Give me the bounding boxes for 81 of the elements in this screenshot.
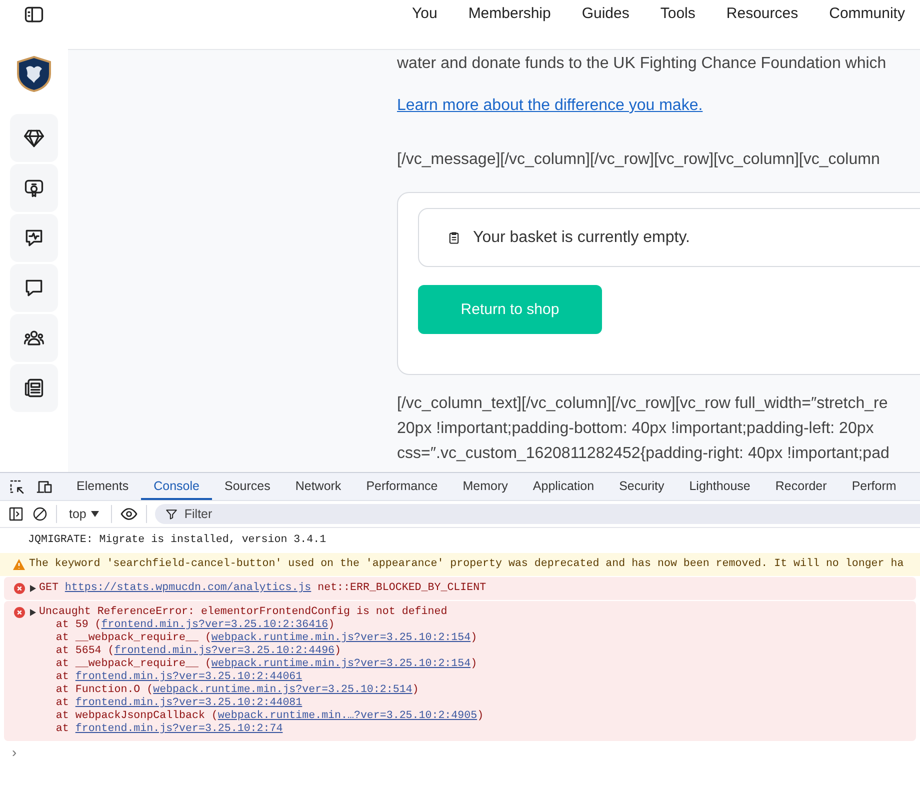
chat-icon — [23, 277, 45, 299]
devtools-tab[interactable]: Network — [282, 473, 354, 500]
source-link[interactable]: frontend.min.js?ver=3.25.10:2:44081 — [75, 697, 302, 710]
sidebar-item[interactable] — [10, 164, 58, 212]
source-link[interactable]: webpack.runtime.min.js?ver=3.25.10:2:154 — [211, 658, 471, 671]
source-link[interactable]: frontend.min.js?ver=3.25.10:2:4496 — [114, 645, 335, 658]
devtools-tab[interactable]: Console — [141, 473, 212, 500]
console-message-text: at — [54, 697, 70, 710]
console-message-text: at Function.O ( — [54, 684, 154, 697]
shortcode-text: [/vc_column_text][/vc_column][/vc_row][vc_row full_width=″stretch_re — [397, 394, 889, 414]
source-link[interactable]: webpack.runtime.min.js?ver=3.25.10:2:154 — [211, 632, 471, 645]
shortcode-text: [/vc_message][/vc_column][/vc_row][vc_row][vc_column][vc_column — [397, 150, 881, 170]
crest-logo-icon — [17, 56, 51, 92]
error-icon — [14, 583, 25, 594]
context-selector[interactable]: top — [65, 507, 104, 521]
devtools-tab[interactable]: Performance — [354, 473, 450, 500]
clipboard-icon — [447, 230, 461, 244]
devtools-tab[interactable]: Lighthouse — [676, 473, 763, 500]
nav-link[interactable]: Guides — [582, 5, 630, 22]
source-link[interactable]: webpack.runtime.min.…?ver=3.25.10:2:4905 — [218, 710, 478, 723]
clear-console-icon — [32, 506, 48, 522]
eye-icon — [120, 505, 138, 523]
devtools-tab[interactable]: Recorder — [762, 473, 840, 500]
devtools-tab[interactable]: Elements — [64, 473, 142, 500]
notice-text: Your basket is currently empty. — [473, 228, 690, 246]
devtools-tab[interactable]: Security — [606, 473, 677, 500]
nav-link[interactable]: Tools — [660, 5, 696, 22]
console-prompt[interactable]: › — [0, 742, 920, 762]
error-icon — [14, 607, 25, 618]
nav-link[interactable]: You — [412, 5, 438, 22]
console-message-text: ) — [477, 710, 484, 723]
nav-link[interactable]: Community — [829, 5, 905, 22]
caret-icon — [91, 511, 100, 517]
console-message-text: at — [54, 723, 70, 736]
console-message-text: ) — [470, 632, 478, 645]
filter-icon — [165, 508, 178, 520]
console-message-text: at 5654 ( — [54, 645, 114, 658]
warning-icon — [13, 559, 25, 570]
console-message-text: net::ERR_BLOCKED_BY_CLIENT — [316, 582, 486, 595]
console-message-text: at __webpack_require__ ( — [54, 658, 212, 671]
console-message-text: The keyword 'searchfield-cancel-button' used on the 'appearance' property was deprecated and has now been removed. It will no longer ha — [29, 558, 904, 571]
source-link[interactable]: frontend.min.js?ver=3.25.10:2:36416 — [101, 619, 328, 632]
devtools-tab[interactable]: Sources — [212, 473, 283, 500]
filter-field[interactable]: Filter — [155, 504, 920, 524]
expand-icon[interactable] — [30, 609, 36, 616]
sidebar-item[interactable] — [10, 364, 58, 412]
certificate-icon — [23, 177, 45, 199]
sidebar-item[interactable] — [10, 314, 58, 362]
devtools-tab[interactable]: Perform — [839, 473, 909, 500]
console-message-text: ) — [412, 684, 419, 697]
devtools-tab[interactable]: Memory — [450, 473, 520, 500]
inspect-icon — [8, 478, 26, 496]
console-message-text: ) — [328, 619, 335, 632]
source-link[interactable]: webpack.runtime.min.js?ver=3.25.10:2:514 — [153, 684, 412, 697]
console-message-text: at webpackJsonpCallback ( — [54, 710, 218, 723]
shortcode-text: css=″.vc_custom_1620811282452{padding-right: 40px !important;pad — [397, 444, 890, 464]
learn-more-link[interactable]: Learn more about the difference you make. — [397, 96, 703, 116]
nav-link[interactable]: Resources — [726, 5, 798, 22]
nav-link[interactable]: Membership — [468, 5, 551, 22]
source-link[interactable]: frontend.min.js?ver=3.25.10:2:74 — [75, 723, 283, 736]
console-message-text: ) — [470, 658, 478, 671]
console-message-text: Uncaught ReferenceError: elementorFrontendConfig is not defined — [39, 606, 448, 619]
console-message-text: at — [54, 671, 70, 684]
sidebar-item[interactable] — [10, 264, 58, 312]
console-message-text: ) — [334, 645, 342, 658]
sidebar-item[interactable] — [10, 114, 58, 162]
console-message-text: GET — [39, 582, 60, 595]
console-message-text: at __webpack_require__ ( — [54, 632, 212, 645]
console-message-text: JQMIGRATE: Migrate is installed, version 3.4.1 — [28, 534, 326, 547]
chat-pulse-icon — [23, 227, 45, 249]
console-message-text: at 59 ( — [54, 619, 102, 632]
sidebar-item[interactable] — [10, 214, 58, 262]
source-link[interactable]: https://stats.wpmucdn.com/analytics.js — [64, 582, 312, 595]
diamond-icon — [23, 127, 45, 149]
expand-icon[interactable] — [30, 585, 36, 592]
shortcode-text: 20px !important;padding-bottom: 40px !important;padding-left: 20px — [397, 419, 875, 439]
newspaper-icon — [23, 377, 45, 399]
body-text: water and donate funds to the UK Fighting Chance Foundation which — [397, 54, 888, 74]
console-sidebar-icon — [8, 506, 24, 522]
source-link[interactable]: frontend.min.js?ver=3.25.10:2:44061 — [75, 671, 302, 684]
devtools-tab[interactable]: Application — [520, 473, 607, 500]
